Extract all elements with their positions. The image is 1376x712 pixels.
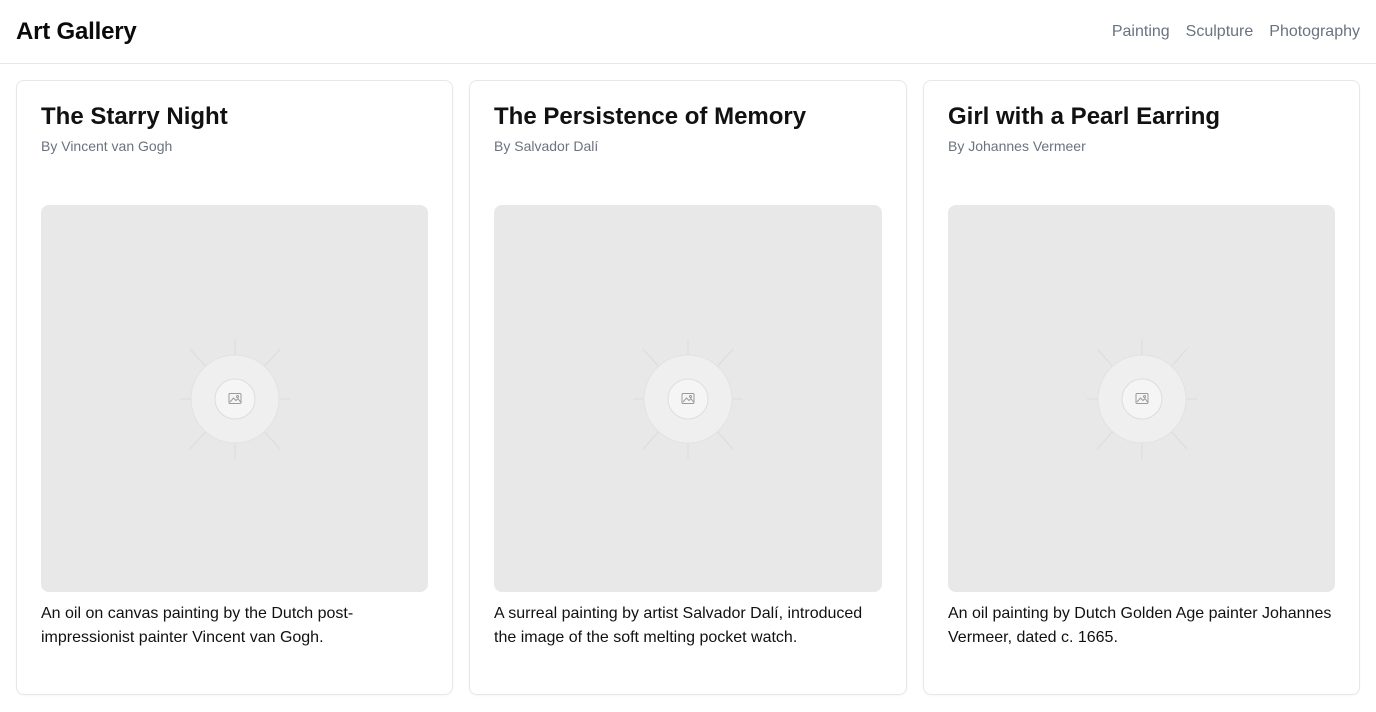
artwork-grid: The Starry Night By Vincent van Gogh An … xyxy=(0,64,1376,695)
artwork-title: Girl with a Pearl Earring xyxy=(948,103,1221,130)
site-title: Art Gallery xyxy=(16,17,137,45)
artwork-description: A surreal painting by artist Salvador Da… xyxy=(494,605,863,646)
artwork-description: An oil painting by Dutch Golden Age pain… xyxy=(948,605,1332,646)
artwork-card: The Persistence of Memory By Salvador Da… xyxy=(469,80,907,695)
artwork-title: The Starry Night xyxy=(41,103,228,130)
artwork-title: The Persistence of Memory xyxy=(494,103,807,130)
artwork-image xyxy=(41,205,428,592)
image-placeholder-icon xyxy=(633,338,743,459)
artwork-image xyxy=(494,205,882,592)
artwork-card: Girl with a Pearl Earring By Johannes Ve… xyxy=(923,80,1360,695)
artwork-description: An oil on canvas painting by the Dutch p… xyxy=(41,605,354,646)
site-header: Art Gallery Painting Sculpture Photograp… xyxy=(0,0,1376,64)
nav-link-painting[interactable]: Painting xyxy=(1112,23,1170,41)
artwork-image xyxy=(948,205,1335,592)
artwork-artist: By Johannes Vermeer xyxy=(948,138,1086,154)
artwork-artist: By Salvador Dalí xyxy=(494,138,599,154)
image-placeholder-icon xyxy=(1086,338,1197,459)
image-placeholder-icon xyxy=(179,338,290,459)
artwork-card: The Starry Night By Vincent van Gogh An … xyxy=(16,80,453,695)
main-nav: Painting Sculpture Photography xyxy=(1112,23,1360,41)
nav-link-photography[interactable]: Photography xyxy=(1269,23,1360,41)
artwork-artist: By Vincent van Gogh xyxy=(41,138,173,154)
nav-link-sculpture[interactable]: Sculpture xyxy=(1186,23,1254,41)
